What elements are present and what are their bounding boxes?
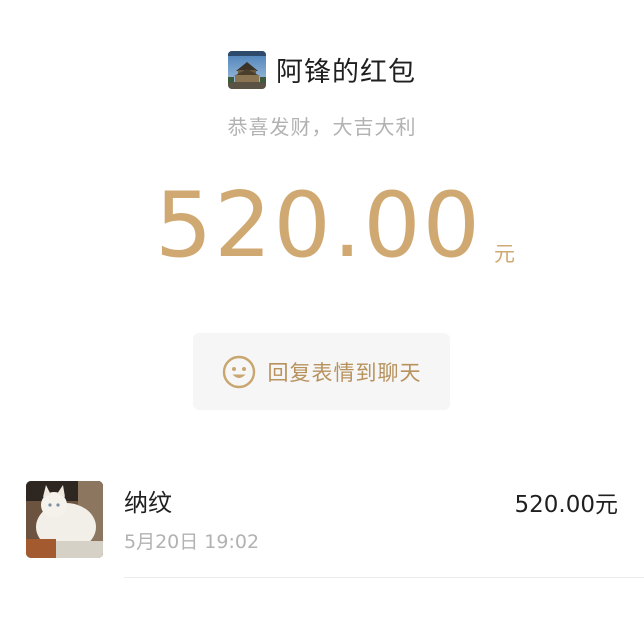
greeting-message: 恭喜发财，大吉大利 xyxy=(227,115,417,139)
list-item[interactable]: 纳纹 5月20日 19:02 520.00元 xyxy=(0,481,644,579)
white-cat-photo-icon xyxy=(26,481,103,558)
reply-button-label: 回复表情到聊天 xyxy=(267,360,422,385)
receive-time: 5月20日 19:02 xyxy=(124,531,260,553)
reply-sticker-button[interactable]: 回复表情到聊天 xyxy=(193,333,450,410)
temple-photo-icon xyxy=(228,50,266,89)
receiver-avatar[interactable] xyxy=(26,481,103,558)
amount-value: 520.00 xyxy=(155,173,482,278)
received-amount: 520.00元 xyxy=(514,492,618,518)
amount-display: 520.00 元 xyxy=(0,178,644,274)
sender-avatar[interactable] xyxy=(228,50,266,89)
red-packet-title: 阿锋的红包 xyxy=(276,57,416,88)
sender-header: 阿锋的红包 xyxy=(0,50,644,89)
receiver-name: 纳纹 xyxy=(124,489,172,517)
red-packet-detail-page: 阿锋的红包 恭喜发财，大吉大利 520.00 元 回复表情到聊天 纳纹 5月20… xyxy=(0,0,644,644)
smile-icon xyxy=(222,355,255,388)
amount-unit: 元 xyxy=(493,242,515,266)
list-divider xyxy=(124,577,644,578)
